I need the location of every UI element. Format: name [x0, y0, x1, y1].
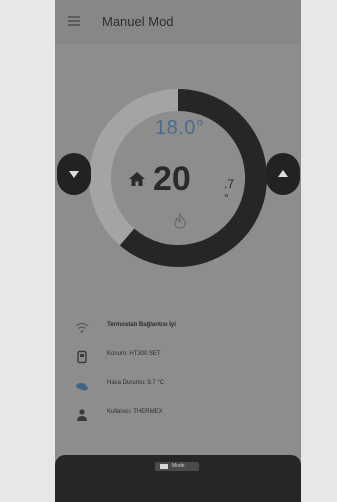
page-title: Manuel Mod — [102, 14, 174, 29]
wifi-icon — [75, 322, 89, 333]
home-icon — [129, 172, 145, 186]
mode-button-label: Mode — [172, 463, 185, 469]
triangle-up-icon — [278, 170, 288, 177]
current-temperature-decimal: .7 ° — [224, 177, 235, 205]
bottom-bar: Mode — [55, 455, 301, 502]
info-text: Termostatı Bağlantısı İyi — [107, 322, 176, 328]
triangle-down-icon — [69, 171, 79, 178]
info-text: Hava Durumu: 9.7 °C — [107, 380, 165, 386]
info-row-weather: Hava Durumu: 9.7 °C — [55, 377, 301, 397]
mode-icon — [160, 464, 168, 469]
device-icon — [77, 350, 87, 364]
current-temperature-integer: 20 — [153, 160, 191, 198]
app-bar: Manuel Mod — [55, 0, 301, 44]
user-icon — [77, 409, 87, 421]
info-text: Konum: HT300 SET — [107, 351, 161, 357]
phone-screen: Manuel Mod 18.0° 20 .7 ° Termostatı Bağl… — [55, 0, 301, 502]
flame-icon — [174, 213, 186, 229]
weather-icon — [76, 383, 88, 391]
decrease-temperature-button[interactable] — [57, 153, 91, 195]
info-row-device: Konum: HT300 SET — [55, 348, 301, 368]
info-row-user: Kullanıcı: THERMEX — [55, 406, 301, 426]
mode-button[interactable]: Mode — [155, 462, 199, 471]
hamburger-menu-icon[interactable] — [68, 16, 80, 26]
info-row-connection: Termostatı Bağlantısı İyi — [55, 319, 301, 339]
info-text: Kullanıcı: THERMEX — [107, 409, 163, 415]
increase-temperature-button[interactable] — [266, 153, 300, 195]
target-temperature: 18.0° — [155, 117, 205, 139]
